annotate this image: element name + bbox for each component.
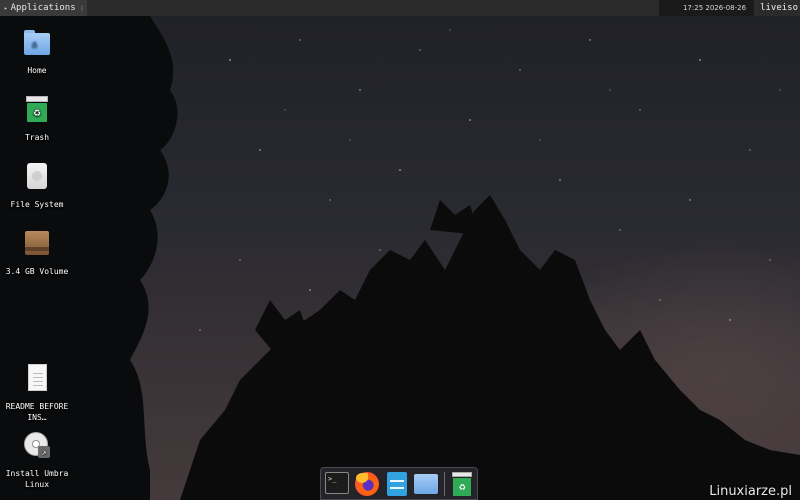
firefox-icon: [355, 471, 379, 496]
dock-folder[interactable]: [413, 472, 438, 496]
desktop-icon-trash[interactable]: ♻ Trash: [0, 95, 74, 143]
file-cabinet-icon: [387, 471, 407, 496]
applications-label: Applications: [10, 3, 76, 13]
desktop-icon-label: 3.4 GB Volume: [5, 267, 69, 276]
desktop-icon-readme[interactable]: README BEFORE INS…: [0, 364, 74, 423]
desktop-icon-file-system[interactable]: File System: [0, 162, 74, 210]
dock-trash[interactable]: ♻: [450, 471, 473, 496]
user-menu[interactable]: liveiso: [754, 0, 800, 16]
watermark: Linuxiarze.pl: [709, 484, 792, 499]
desktop-icon-label: README BEFORE INS…: [5, 402, 69, 422]
document-icon: [23, 364, 51, 392]
dock-firefox[interactable]: [355, 471, 379, 496]
menu-arrow-icon: ▸: [4, 4, 8, 12]
applications-menu-button[interactable]: ▸ Applications ⁝: [0, 0, 88, 16]
drag-handle-icon: ⁝: [80, 3, 84, 13]
desktop-icon-installer[interactable]: ↗ Install Umbra Linux: [0, 431, 74, 490]
desktop-icon-volume[interactable]: 3.4 GB Volume: [0, 229, 74, 277]
desktop-icon-label: Trash: [24, 133, 50, 142]
top-panel: ▸ Applications ⁝ 17:25 2026-08-26 liveis…: [0, 0, 800, 16]
desktop-icon-label: Install Umbra Linux: [5, 469, 69, 489]
volume-icon: [23, 229, 51, 257]
terminal-icon: >_: [325, 471, 349, 494]
dock-file-cabinet[interactable]: [385, 471, 408, 496]
desktop-icon-home[interactable]: ⌂ Home: [0, 28, 74, 76]
panel-right-area: 17:25 2026-08-26 liveiso: [658, 0, 800, 16]
desktop-icon-label: Home: [27, 66, 47, 75]
home-folder-icon: ⌂: [23, 28, 51, 56]
folder-icon: [413, 473, 438, 494]
drive-icon: [23, 162, 51, 190]
desktop-icon-label: File System: [10, 200, 64, 209]
night-sky-trees-image: [0, 16, 800, 500]
dock-terminal[interactable]: >_: [325, 471, 349, 496]
clock[interactable]: 17:25 2026-08-26: [658, 0, 755, 16]
dock-separator: [443, 471, 445, 496]
desktop-wallpaper: [0, 0, 800, 500]
installer-icon: ↗: [23, 431, 51, 459]
dock: >_ ♻: [320, 467, 478, 500]
trash-icon: ♻: [23, 95, 51, 123]
